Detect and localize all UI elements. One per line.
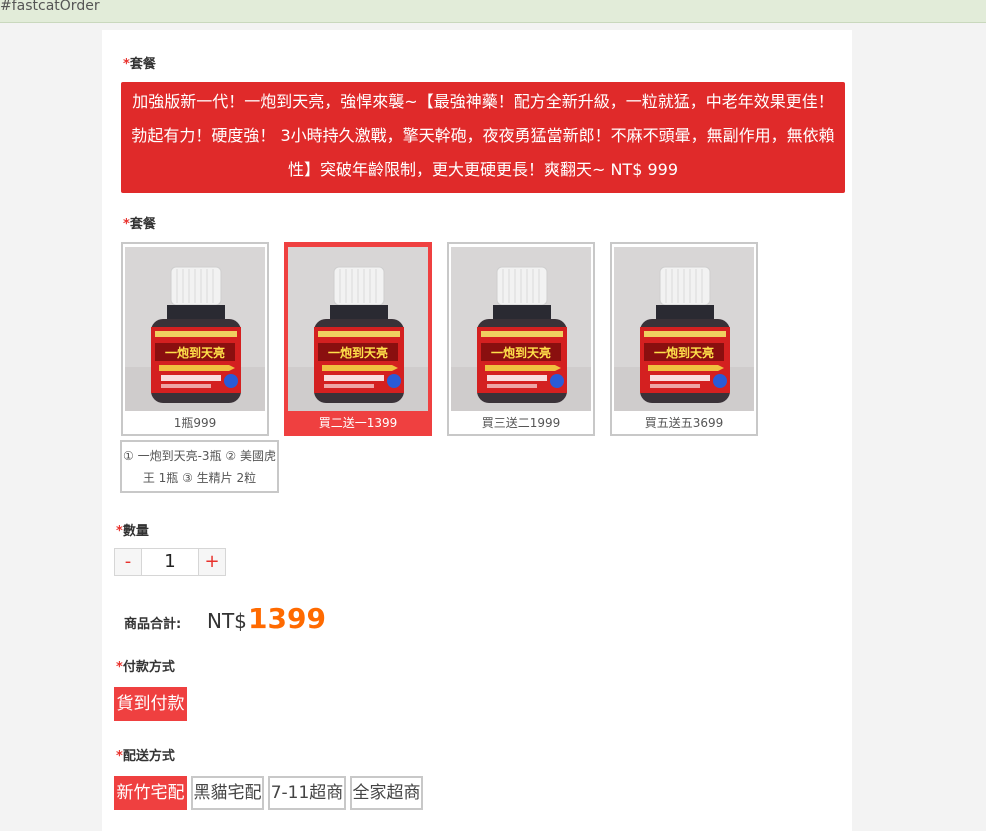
shipping-option-711[interactable]: 7-11超商 <box>268 776 346 810</box>
package-options-label: *套餐 <box>123 217 156 232</box>
package-option-caption: 買三送二1999 <box>481 416 561 430</box>
quantity-label: *數量 <box>116 524 149 539</box>
shipping-option-tcat[interactable]: 黑貓宅配 <box>191 776 264 810</box>
package-label: *套餐 <box>123 57 156 72</box>
package-contents-note: ① 一炮到天亮-3瓶 ② 美國虎王 1瓶 ③ 生精片 2粒 <box>120 440 279 493</box>
package-option-1[interactable]: 1瓶999 <box>121 242 269 436</box>
package-option-3[interactable]: 買三送二1999 <box>447 242 595 436</box>
window-title: #fastcatOrder <box>0 0 100 14</box>
total-currency: NT$ <box>207 609 247 633</box>
quantity-decrease-button[interactable]: - <box>115 549 141 575</box>
quantity-stepper: - 1 + <box>114 548 226 576</box>
shipping-label: *配送方式 <box>116 749 175 764</box>
product-bottle-image <box>614 247 754 411</box>
package-banner[interactable]: 加強版新一代！一炮到天亮，強悍來襲~【最強神藥！配方全新升級，一粒就猛，中老年效… <box>121 82 845 193</box>
product-bottle-image <box>451 247 591 411</box>
package-option-caption: 買二送一1399 <box>318 416 398 430</box>
product-bottle-image <box>125 247 265 411</box>
quantity-increase-button[interactable]: + <box>199 549 225 575</box>
package-option-caption: 1瓶999 <box>173 416 217 430</box>
package-option-2[interactable]: 買二送一1399 <box>284 242 432 436</box>
payment-label: *付款方式 <box>116 660 175 675</box>
order-form: *套餐 加強版新一代！一炮到天亮，強悍來襲~【最強神藥！配方全新升級，一粒就猛，… <box>102 30 852 831</box>
package-option-caption: 買五送五3699 <box>644 416 724 430</box>
product-bottle-image <box>288 247 428 411</box>
shipping-option-familymart[interactable]: 全家超商 <box>350 776 423 810</box>
shipping-option-hct[interactable]: 新竹宅配 <box>114 776 187 810</box>
payment-option-cod[interactable]: 貨到付款 <box>114 687 187 721</box>
package-option-4[interactable]: 買五送五3699 <box>610 242 758 436</box>
window-titlebar: #fastcatOrder <box>0 0 986 23</box>
total-label: 商品合計: <box>124 617 182 632</box>
total-amount: 1399 <box>248 602 326 635</box>
quantity-input[interactable]: 1 <box>141 549 199 575</box>
